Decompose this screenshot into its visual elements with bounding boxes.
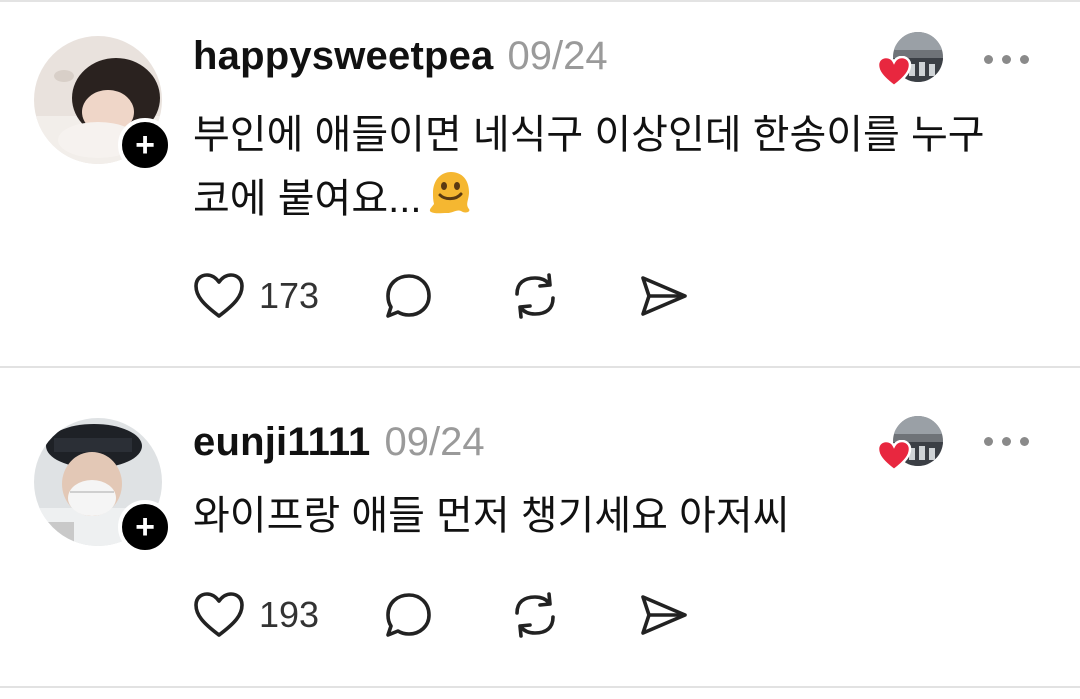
send-paper-plane-icon	[641, 595, 687, 635]
thread-post: + eunji1111 09/24 와이프랑 애들 먼저 챙기세요 아저씨 19…	[0, 368, 1080, 686]
red-heart-icon	[876, 55, 912, 93]
red-heart-icon	[876, 439, 912, 477]
post-header: eunji1111 09/24	[193, 420, 485, 465]
follow-button[interactable]: +	[118, 118, 172, 172]
post-divider	[0, 686, 1080, 688]
post-date: 09/24	[507, 34, 608, 78]
like-count: 193	[259, 594, 320, 635]
more-dots-icon[interactable]	[984, 437, 1029, 446]
post-text-line-2: 코에 붙여요...	[193, 167, 1043, 236]
dot	[1020, 55, 1029, 64]
post-actions: 173	[193, 270, 689, 322]
post-text-line: 부인에 애들이면 네식구 이상인데 한송이를 누구	[193, 113, 985, 157]
share-button[interactable]	[637, 270, 689, 322]
dot	[984, 437, 993, 446]
comment-button[interactable]	[383, 270, 509, 322]
post-text-line: 와이프랑 애들 먼저 챙기세요 아저씨	[193, 494, 790, 538]
post-header: happysweetpea 09/24	[193, 34, 608, 79]
post-actions: 193	[193, 589, 689, 641]
post-text: 부인에 애들이면 네식구 이상인데 한송이를 누구 코에 붙여요...	[193, 103, 1043, 236]
repost-button[interactable]	[509, 270, 637, 322]
dot	[984, 55, 993, 64]
comment-bubble-icon	[386, 274, 431, 318]
repost-button[interactable]	[509, 589, 637, 641]
dot	[1002, 437, 1011, 446]
heart-outline-icon	[194, 592, 244, 637]
post-date: 09/24	[384, 420, 485, 464]
thread-post: + happysweetpea 09/24 부인에 애들이면 네식구 이상인데 …	[0, 0, 1080, 366]
share-button[interactable]	[637, 589, 689, 641]
username[interactable]: happysweetpea	[193, 34, 494, 79]
more-dots-icon[interactable]	[984, 55, 1029, 64]
dot	[1002, 55, 1011, 64]
like-button[interactable]: 193	[193, 591, 383, 639]
send-paper-plane-icon	[641, 276, 687, 316]
post-text-line: 코에 붙여요...	[193, 177, 422, 222]
melting-face-emoji-icon	[425, 167, 475, 236]
like-button[interactable]: 173	[193, 272, 383, 320]
comment-button[interactable]	[383, 589, 509, 641]
username[interactable]: eunji1111	[193, 420, 371, 465]
repost-arrows-icon	[515, 592, 555, 638]
comment-bubble-icon	[386, 593, 431, 637]
follow-button[interactable]: +	[118, 500, 172, 554]
like-count: 173	[259, 275, 320, 316]
heart-outline-icon	[194, 273, 244, 318]
dot	[1020, 437, 1029, 446]
repost-arrows-icon	[515, 273, 555, 319]
post-text: 와이프랑 애들 먼저 챙기세요 아저씨	[193, 484, 1043, 548]
